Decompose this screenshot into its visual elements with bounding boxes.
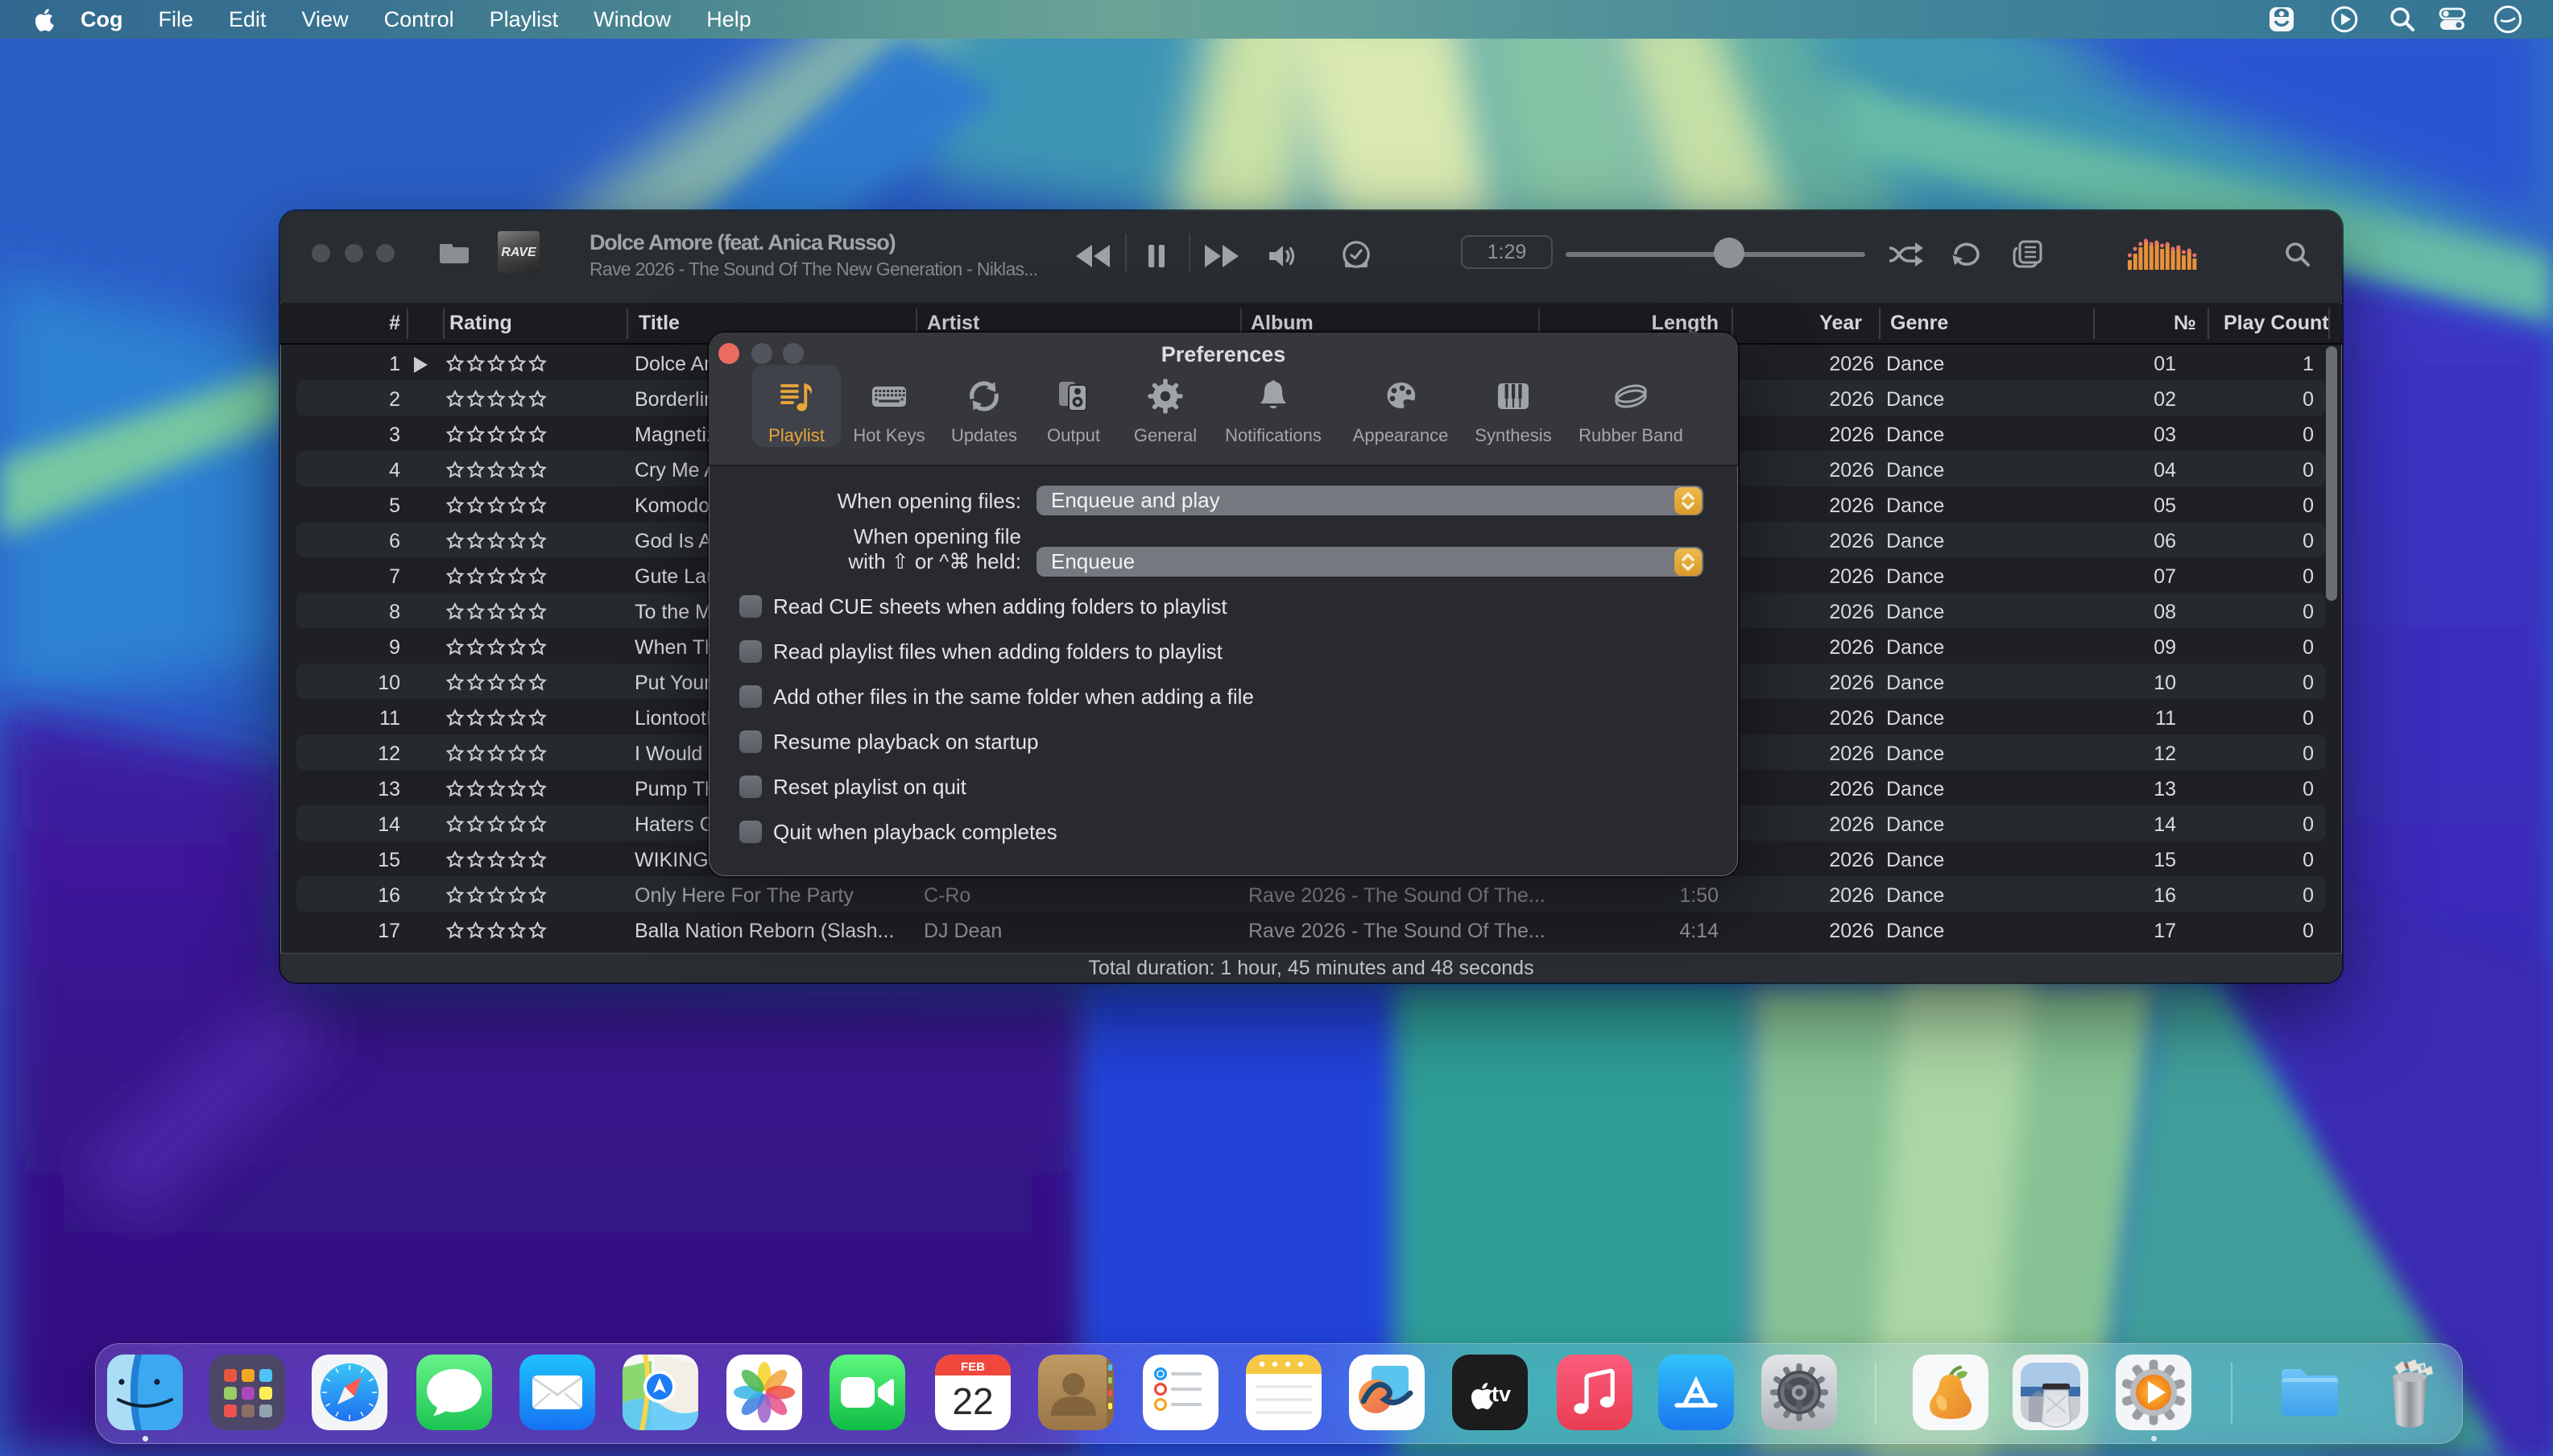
svg-text:tv: tv (1492, 1382, 1511, 1406)
svg-text:22: 22 (952, 1380, 993, 1422)
svg-text:FEB: FEB (961, 1360, 985, 1374)
